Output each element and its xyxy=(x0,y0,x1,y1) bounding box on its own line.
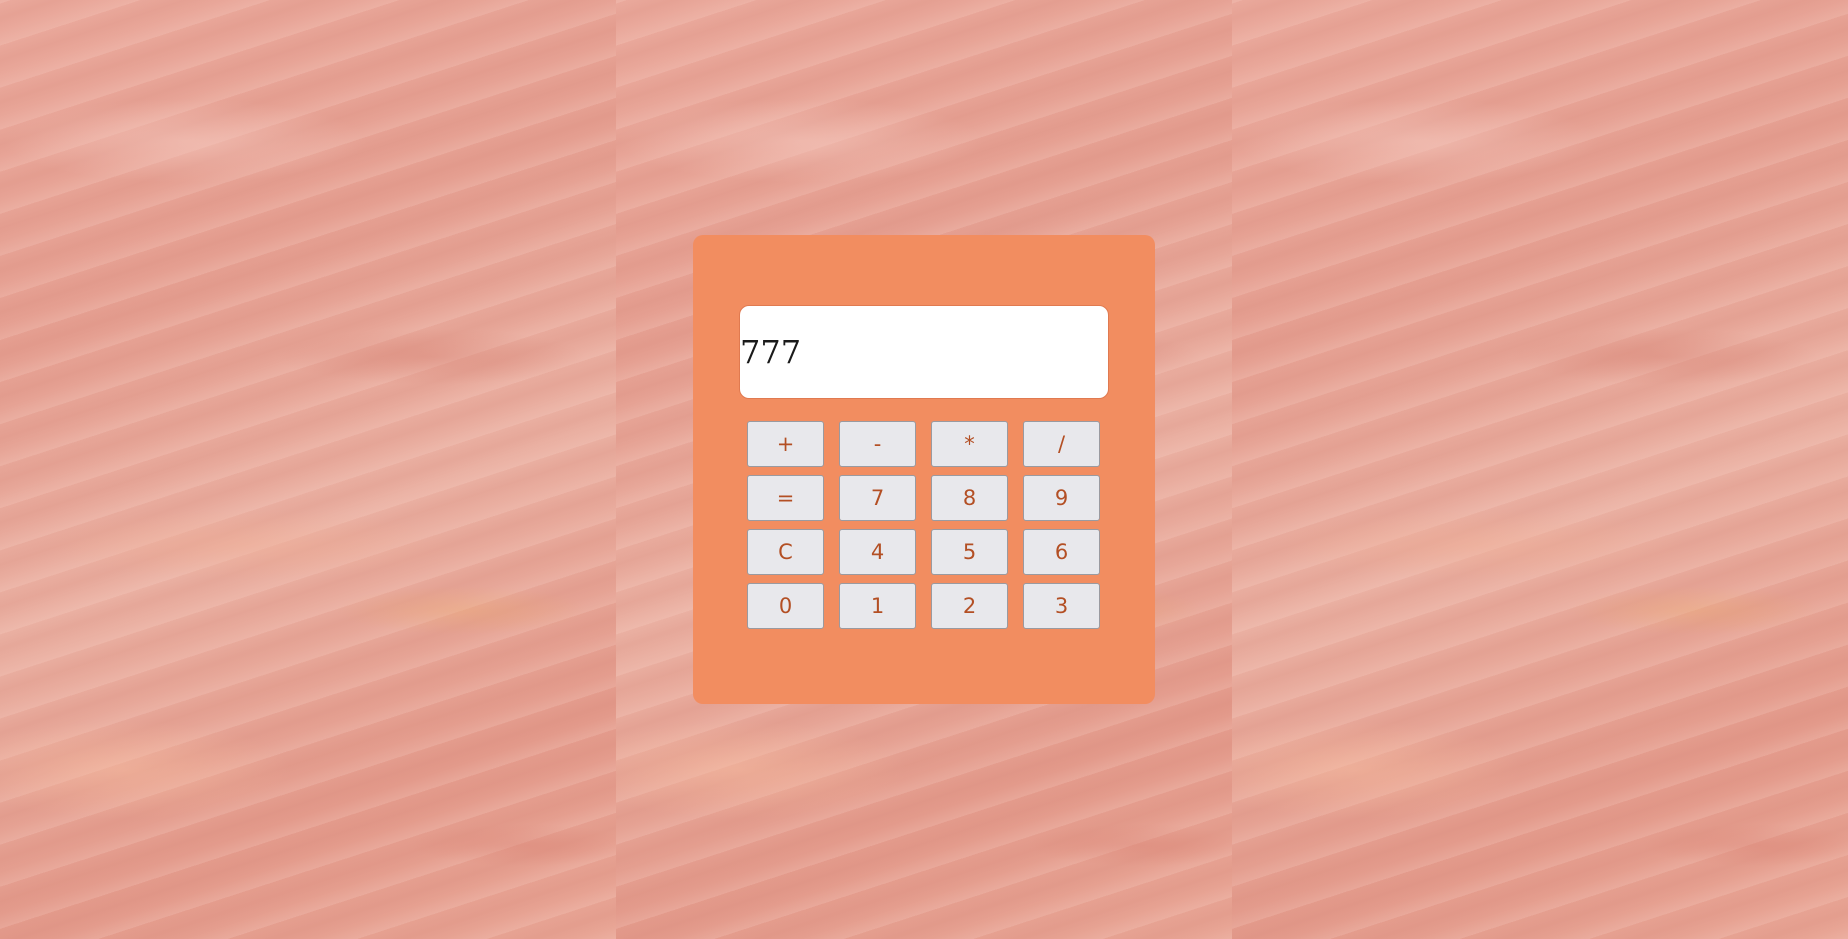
key-minus[interactable]: - xyxy=(839,421,916,467)
calculator: + - * / = 7 8 9 C 4 5 6 0 1 2 3 xyxy=(693,235,1155,704)
key-4[interactable]: 4 xyxy=(839,529,916,575)
key-equals[interactable]: = xyxy=(747,475,824,521)
background-marble-right xyxy=(1232,0,1848,939)
background-marble-left xyxy=(0,0,616,939)
key-2[interactable]: 2 xyxy=(931,583,1008,629)
key-divide[interactable]: / xyxy=(1023,421,1100,467)
key-clear[interactable]: C xyxy=(747,529,824,575)
key-6[interactable]: 6 xyxy=(1023,529,1100,575)
key-plus[interactable]: + xyxy=(747,421,824,467)
key-5[interactable]: 5 xyxy=(931,529,1008,575)
key-8[interactable]: 8 xyxy=(931,475,1008,521)
key-0[interactable]: 0 xyxy=(747,583,824,629)
keypad: + - * / = 7 8 9 C 4 5 6 0 1 2 3 xyxy=(747,421,1100,629)
key-7[interactable]: 7 xyxy=(839,475,916,521)
key-3[interactable]: 3 xyxy=(1023,583,1100,629)
key-1[interactable]: 1 xyxy=(839,583,916,629)
calculator-display[interactable] xyxy=(739,305,1109,399)
key-multiply[interactable]: * xyxy=(931,421,1008,467)
key-9[interactable]: 9 xyxy=(1023,475,1100,521)
